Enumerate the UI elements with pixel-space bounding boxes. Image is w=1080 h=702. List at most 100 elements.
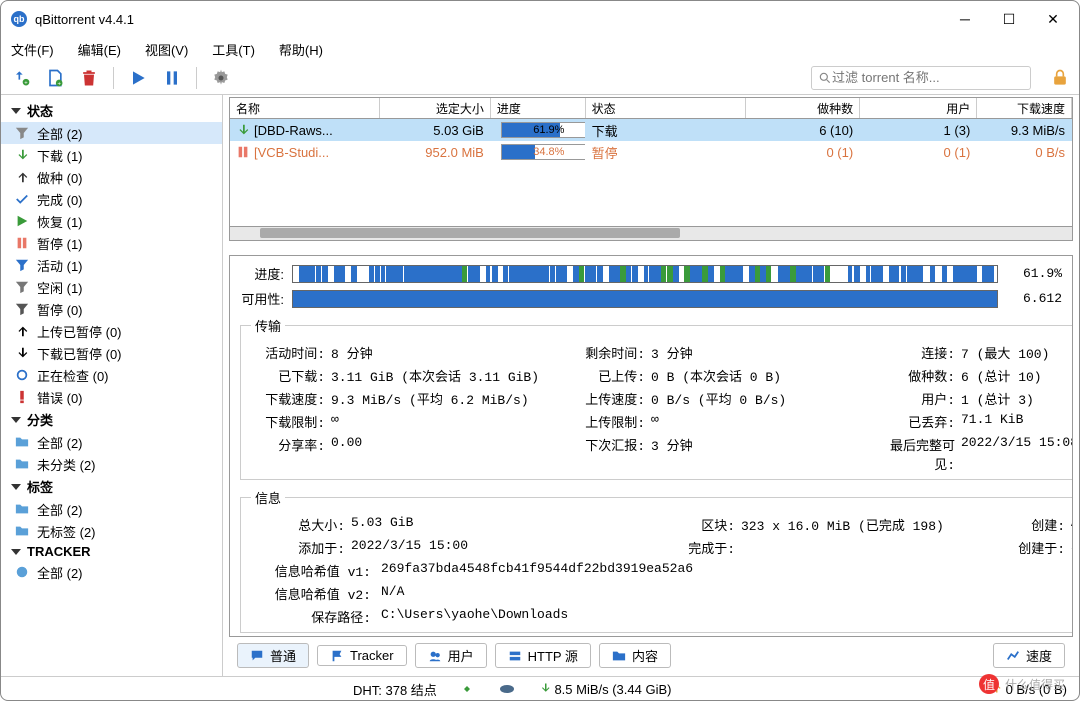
resume-icon[interactable] xyxy=(126,66,150,90)
sidebar-section-status[interactable]: 状态 xyxy=(1,99,222,122)
sidebar-status-stalled[interactable]: 暂停 (0) xyxy=(1,298,222,320)
error-icon xyxy=(15,390,29,404)
tab-peers[interactable]: 用户 xyxy=(415,643,487,668)
download-arrow-icon xyxy=(15,148,29,162)
col-dlspeed[interactable]: 下载速度 xyxy=(977,98,1072,118)
scrollbar-thumb[interactable] xyxy=(260,228,680,238)
info-legend: 信息 xyxy=(251,488,285,507)
sidebar-tag-all[interactable]: 全部 (2) xyxy=(1,498,222,520)
up-black-icon xyxy=(15,324,29,338)
sidebar-tag-none[interactable]: 无标签 (2) xyxy=(1,520,222,542)
details-tabbar: 普通 Tracker 用户 HTTP 源 内容 速度 xyxy=(229,637,1073,674)
funnel-active-icon xyxy=(15,258,29,272)
close-button[interactable]: ✕ xyxy=(1031,4,1075,34)
sidebar-status-paused[interactable]: 暂停 (1) xyxy=(1,232,222,254)
transfer-fieldset: 传输 活动时间:8 分钟 剩余时间:3 分钟 连接:7 (最大 100) 已下载… xyxy=(240,316,1073,480)
sidebar-category-uncat[interactable]: 未分类 (2) xyxy=(1,453,222,475)
tab-content[interactable]: 内容 xyxy=(599,643,671,668)
availability-bar xyxy=(292,290,998,308)
piece-progress-bar xyxy=(292,265,998,283)
torrent-row[interactable]: [VCB-Studi...952.0 MiB34.8%暂停0 (1)0 (1)0… xyxy=(230,141,1072,163)
sidebar-tracker-all[interactable]: 全部 (2) xyxy=(1,561,222,583)
svg-text:+: + xyxy=(57,81,61,87)
sidebar-status-checking[interactable]: 正在检查 (0) xyxy=(1,364,222,386)
menu-file[interactable]: 文件(F) xyxy=(7,38,58,61)
chevron-down-icon xyxy=(11,417,21,423)
sidebar-status-resumed[interactable]: 恢复 (1) xyxy=(1,210,222,232)
minimize-button[interactable]: ─ xyxy=(943,4,987,34)
sidebar-section-category[interactable]: 分类 xyxy=(1,408,222,431)
folder-icon xyxy=(15,524,29,538)
torrent-row[interactable]: [DBD-Raws...5.03 GiB61.9%下载6 (10)1 (3)9.… xyxy=(230,119,1072,141)
turtle-icon[interactable] xyxy=(497,681,517,698)
menubar: 文件(F) 编辑(E) 视图(V) 工具(T) 帮助(H) xyxy=(1,37,1079,61)
settings-icon[interactable] xyxy=(209,66,233,90)
plug-icon xyxy=(459,680,475,699)
tab-tracker[interactable]: Tracker xyxy=(317,645,407,666)
sidebar-status-dlpaused[interactable]: 下载已暂停 (0) xyxy=(1,342,222,364)
col-peers[interactable]: 用户 xyxy=(860,98,977,118)
sidebar-section-tracker[interactable]: TRACKER xyxy=(1,542,222,561)
col-seeds[interactable]: 做种数 xyxy=(746,98,861,118)
progress-label: 进度: xyxy=(240,264,284,283)
funnel-idle-icon xyxy=(15,280,29,294)
sidebar-status-downloading[interactable]: 下载 (1) xyxy=(1,144,222,166)
info-fieldset: 信息 总大小:5.03 GiB 区块:323 x 16.0 MiB (已完成 1… xyxy=(240,488,1073,633)
sidebar-status-active[interactable]: 活动 (1) xyxy=(1,254,222,276)
sidebar-status-completed[interactable]: 完成 (0) xyxy=(1,188,222,210)
col-progress[interactable]: 进度 xyxy=(491,98,586,118)
status-dht: DHT: 378 结点 xyxy=(353,680,437,699)
tab-speed[interactable]: 速度 xyxy=(993,643,1065,668)
col-name[interactable]: 名称 xyxy=(230,98,380,118)
down-black-icon xyxy=(15,346,29,360)
sidebar[interactable]: 状态 全部 (2) 下载 (1) 做种 (0) 完成 (0) 恢复 (1) 暂停… xyxy=(1,95,223,676)
info-hash-v1[interactable]: 269fa37bda4548fcb41f9544df22bd3919ea52a6 xyxy=(381,561,693,580)
sidebar-status-inactive[interactable]: 空闲 (1) xyxy=(1,276,222,298)
search-icon xyxy=(818,71,832,85)
flag-icon xyxy=(330,649,344,663)
tab-http[interactable]: HTTP 源 xyxy=(495,643,591,668)
window-title: qBittorrent v4.4.1 xyxy=(35,12,943,27)
sidebar-status-all[interactable]: 全部 (2) xyxy=(1,122,222,144)
search-input[interactable] xyxy=(832,70,1024,85)
tracker-icon xyxy=(15,565,29,579)
torrent-grid-header[interactable]: 名称 选定大小 进度 状态 做种数 用户 下载速度 xyxy=(229,97,1073,119)
availability-value: 6.612 xyxy=(1006,291,1062,306)
sidebar-category-all[interactable]: 全部 (2) xyxy=(1,431,222,453)
chart-icon xyxy=(1006,649,1020,663)
speech-icon xyxy=(250,649,264,663)
watermark: 值什么值得买 xyxy=(979,674,1065,694)
menu-edit[interactable]: 编辑(E) xyxy=(74,38,125,61)
sidebar-section-tags[interactable]: 标签 xyxy=(1,475,222,498)
info-hash-v2[interactable]: N/A xyxy=(381,584,404,603)
menu-help[interactable]: 帮助(H) xyxy=(275,38,327,61)
col-status[interactable]: 状态 xyxy=(586,98,746,118)
delete-icon[interactable] xyxy=(77,66,101,90)
maximize-button[interactable]: ☐ xyxy=(987,4,1031,34)
sidebar-status-ulpaused[interactable]: 上传已暂停 (0) xyxy=(1,320,222,342)
col-size[interactable]: 选定大小 xyxy=(380,98,491,118)
torrent-grid[interactable]: [DBD-Raws...5.03 GiB61.9%下载6 (10)1 (3)9.… xyxy=(229,119,1073,227)
chevron-down-icon xyxy=(11,549,21,555)
horizontal-scrollbar[interactable] xyxy=(229,227,1073,241)
server-icon xyxy=(508,649,522,663)
menu-view[interactable]: 视图(V) xyxy=(141,38,192,61)
pause-icon[interactable] xyxy=(160,66,184,90)
folder-icon xyxy=(15,435,29,449)
menu-tools[interactable]: 工具(T) xyxy=(208,38,259,61)
down-green-icon xyxy=(539,682,551,694)
check-icon xyxy=(15,192,29,206)
folder-small-icon xyxy=(612,649,626,663)
search-box[interactable] xyxy=(811,66,1031,90)
availability-label: 可用性: xyxy=(240,289,284,308)
save-path[interactable]: C:\Users\yaohe\Downloads xyxy=(381,607,568,626)
sidebar-status-errored[interactable]: 错误 (0) xyxy=(1,386,222,408)
lock-icon[interactable] xyxy=(1049,67,1071,89)
add-file-icon[interactable]: + xyxy=(43,66,67,90)
sidebar-status-seeding[interactable]: 做种 (0) xyxy=(1,166,222,188)
transfer-legend: 传输 xyxy=(251,316,285,335)
gear-small-icon xyxy=(15,368,29,382)
add-link-icon[interactable]: + xyxy=(9,66,33,90)
tab-general[interactable]: 普通 xyxy=(237,643,309,668)
chevron-down-icon xyxy=(11,108,21,114)
